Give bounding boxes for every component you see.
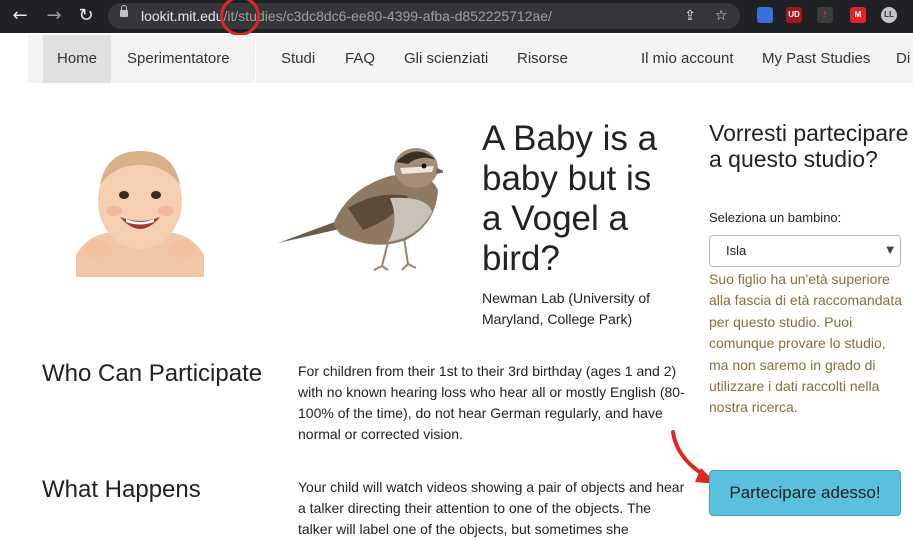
what-happens-text: Your child will watch videos showing a p… — [298, 479, 685, 537]
extension-mendeley-icon[interactable]: M — [850, 7, 866, 23]
who-can-participate-heading: Who Can Participate — [42, 360, 263, 387]
nav-home[interactable]: Home — [43, 35, 111, 83]
nav-faq[interactable]: FAQ — [345, 35, 375, 83]
browser-toolbar: ← → ↻ lookit.mit.edu/it/studies/c3dc8dc6… — [0, 0, 913, 33]
study-title: A Baby is a baby but is a Vogel a bird? — [482, 119, 658, 278]
back-icon[interactable]: ← — [8, 4, 32, 28]
share-icon[interactable]: ⇪ — [681, 7, 699, 25]
extension-shield-icon[interactable] — [757, 7, 773, 23]
nav-overflow-item[interactable]: Di — [896, 35, 910, 83]
profile-avatar-icon[interactable]: LL — [881, 7, 897, 23]
reload-icon[interactable]: ↻ — [74, 4, 98, 28]
nav-scientists[interactable]: Gli scienziati — [404, 35, 488, 83]
child-select-value: Isla — [726, 243, 747, 258]
lock-icon — [120, 5, 128, 17]
nav-account[interactable]: Il mio account — [641, 35, 734, 83]
child-select[interactable]: Isla ▼ — [709, 235, 901, 267]
what-happens-heading: What Happens — [42, 476, 201, 503]
age-warning-text: Suo figlio ha un'età superiore alla fasc… — [709, 271, 902, 416]
nav-studies[interactable]: Studi — [281, 35, 315, 83]
bird-image — [278, 148, 443, 271]
extension-dropper-icon[interactable]: ! — [817, 7, 833, 23]
address-bar[interactable]: lookit.mit.edu/it/studies/c3dc8dc6-ee80-… — [108, 3, 740, 29]
extension-ublock-icon[interactable]: UD — [786, 7, 802, 23]
nav-past-studies[interactable]: My Past Studies — [762, 35, 870, 83]
lab-name: Newman Lab (University of Maryland, Coll… — [482, 290, 651, 327]
site-nav: Home Sperimentatore Studi FAQ Gli scienz… — [28, 35, 913, 83]
nav-divider — [255, 35, 256, 83]
select-child-label: Seleziona un bambino: — [709, 210, 842, 225]
forward-icon[interactable]: → — [42, 4, 66, 28]
participate-now-button[interactable]: Partecipare adesso! — [709, 470, 901, 516]
url-text: lookit.mit.edu/it/studies/c3dc8dc6-ee80-… — [141, 8, 552, 24]
who-can-participate-text: For children from their 1st to their 3rd… — [298, 363, 685, 442]
baby-image — [76, 151, 204, 277]
nav-experimenter[interactable]: Sperimentatore — [127, 35, 230, 83]
nav-resources[interactable]: Risorse — [517, 35, 568, 83]
bookmark-star-icon[interactable]: ☆ — [712, 7, 730, 25]
participate-heading: Vorresti partecipare a questo studio? — [709, 120, 909, 172]
chevron-down-icon: ▼ — [886, 245, 894, 256]
